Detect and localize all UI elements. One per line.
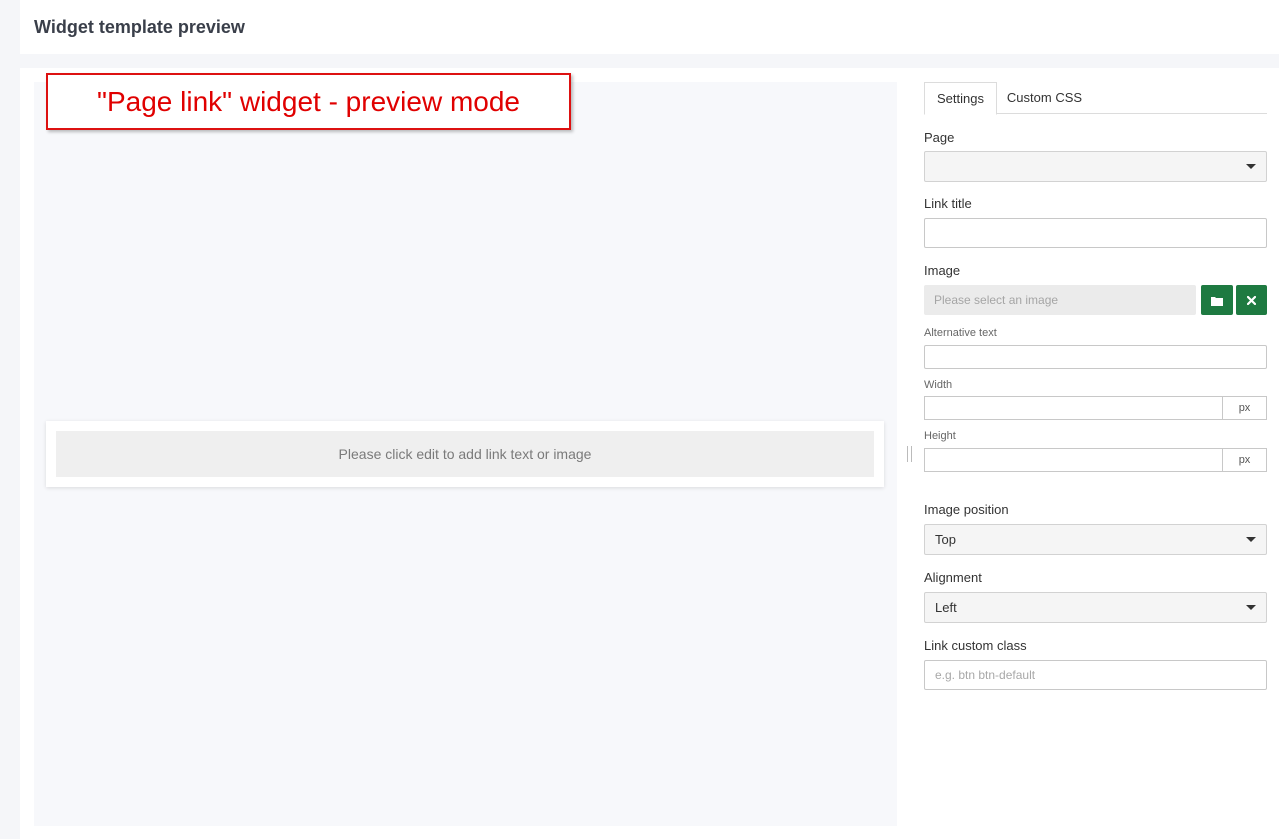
custom-class-label: Link custom class [924,638,1027,653]
page-header: Widget template preview [20,0,1279,54]
image-path-field[interactable]: Please select an image [924,285,1196,315]
chevron-down-icon [1246,537,1256,542]
alignment-value: Left [935,600,957,615]
widget-placeholder[interactable]: Please click edit to add link text or im… [56,431,874,477]
tab-settings[interactable]: Settings [924,82,997,115]
page-link-widget[interactable]: Please click edit to add link text or im… [46,421,884,487]
image-label: Image [924,263,961,278]
settings-tabs: Settings Custom CSS [924,82,1267,115]
alt-text-label: Alternative text [924,327,997,339]
folder-icon [1211,296,1223,306]
link-title-label: Link title [924,196,972,211]
tab-custom-css[interactable]: Custom CSS [1000,82,1089,114]
resize-handle[interactable] [907,446,912,462]
page-label: Page [924,130,955,145]
custom-class-placeholder: e.g. btn btn-default [935,668,1036,682]
alignment-label: Alignment [924,570,982,585]
width-unit: px [1222,396,1267,420]
clear-image-button[interactable] [1236,285,1267,315]
chevron-down-icon [1246,164,1256,169]
height-label: Height [924,430,956,442]
height-unit: px [1222,448,1267,472]
browse-image-button[interactable] [1201,285,1233,315]
alt-text-input[interactable] [924,345,1267,369]
image-position-select[interactable]: Top [924,524,1267,555]
width-input[interactable] [924,396,1223,420]
image-position-label: Image position [924,502,1009,517]
close-icon [1246,296,1257,306]
height-input[interactable] [924,448,1223,472]
image-position-value: Top [935,532,956,547]
width-label: Width [924,379,953,391]
link-title-input[interactable] [924,218,1267,248]
page-select[interactable] [924,151,1267,182]
preview-mode-annotation: "Page link" widget - preview mode [46,73,571,130]
chevron-down-icon [1246,605,1256,610]
page-title: Widget template preview [34,17,245,37]
custom-class-input[interactable]: e.g. btn btn-default [924,660,1267,690]
alignment-select[interactable]: Left [924,592,1267,623]
